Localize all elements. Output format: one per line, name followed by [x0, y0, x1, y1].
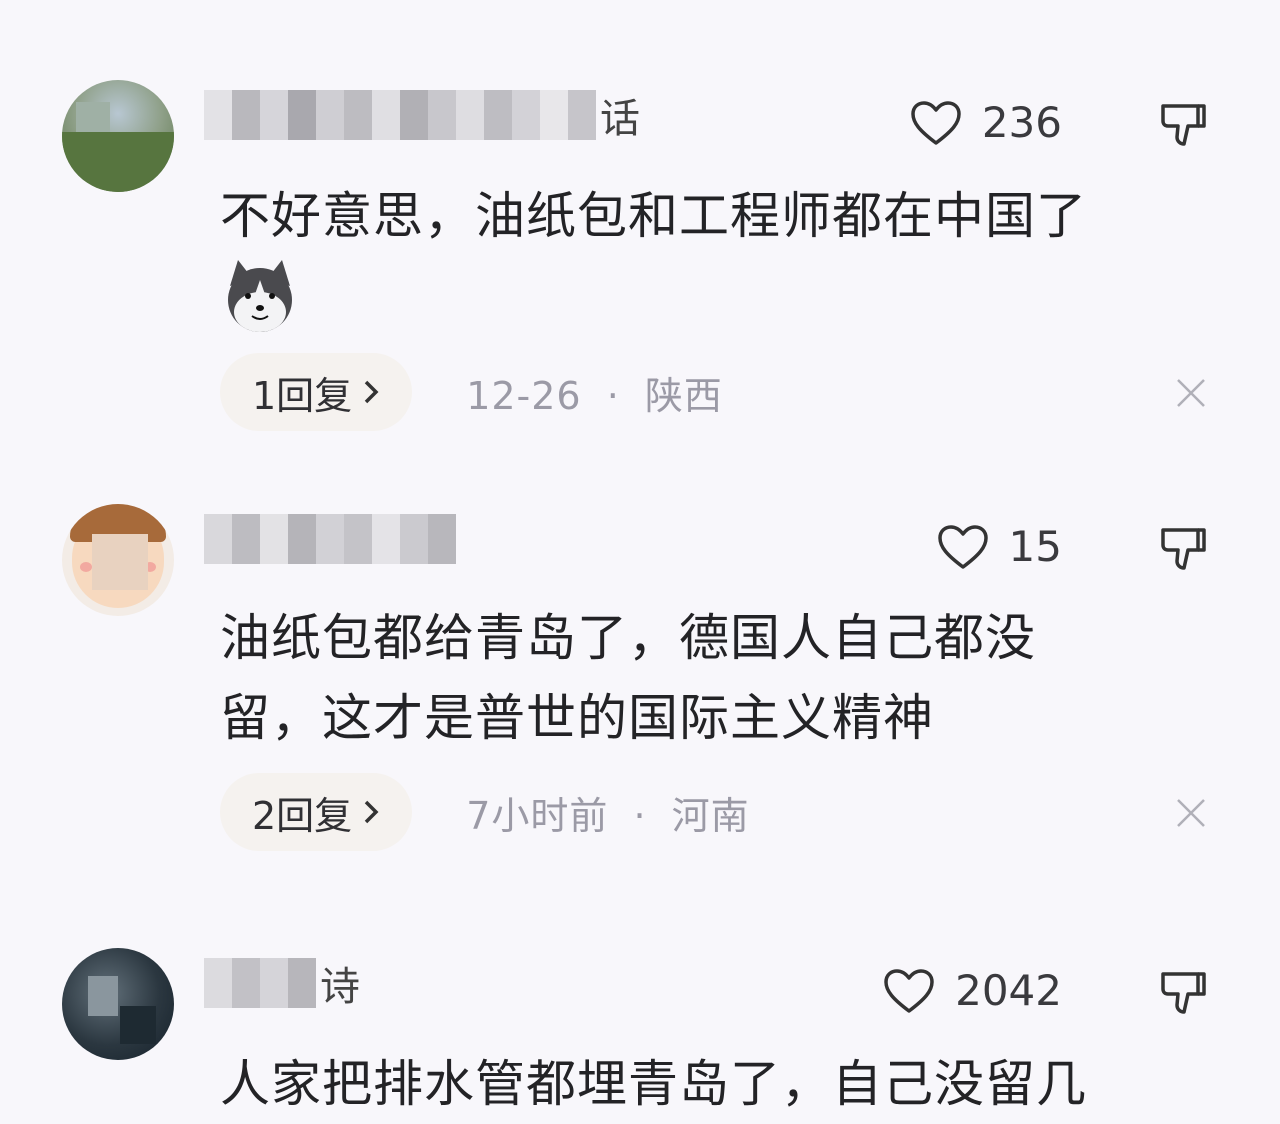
chevron-right-icon [364, 380, 379, 404]
like-count: 236 [981, 98, 1062, 147]
husky-dog-emoji-icon [228, 260, 292, 332]
reply-count-label: 2回复 [252, 793, 353, 838]
like-button[interactable]: 2042 [883, 966, 1062, 1015]
heart-outline-icon [937, 524, 988, 569]
comment-date: 7小时前 [466, 793, 609, 838]
chevron-right-icon [364, 800, 379, 824]
like-button[interactable]: 15 [937, 522, 1062, 571]
blurred-username [204, 958, 316, 1008]
username[interactable]: 诗 [204, 958, 360, 1010]
close-icon[interactable] [1174, 376, 1208, 410]
comment-text-line: 油纸包都给青岛了，德国人自己都没 [220, 609, 1036, 667]
reply-button[interactable]: 2回复 [220, 773, 413, 851]
avatar[interactable] [62, 948, 174, 1060]
separator-dot: · [633, 793, 647, 838]
reply-count-label: 1回复 [252, 373, 353, 418]
thumbs-down-icon[interactable] [1158, 100, 1208, 150]
comment-meta: 2回复 7小时前 · 河南 [220, 772, 750, 852]
separator-dot: · [606, 373, 620, 418]
avatar[interactable] [62, 80, 174, 192]
heart-outline-icon [884, 968, 934, 1013]
username-text: 话 [600, 96, 640, 142]
comment-date: 12-26 [466, 373, 582, 418]
comment-text: 人家把排水管都埋青岛了，自己没留几 [220, 1055, 1087, 1113]
close-icon[interactable] [1174, 796, 1208, 830]
username-text: 诗 [320, 964, 360, 1010]
comment-location: 河南 [671, 793, 750, 838]
comment-date-location: 7小时前 · 河南 [466, 785, 749, 840]
comment-meta: 1回复 12-26 · 陕西 [220, 352, 723, 432]
username[interactable] [204, 514, 460, 564]
thumbs-down-icon[interactable] [1158, 524, 1208, 574]
comment-text: 不好意思，油纸包和工程师都在中国了 [220, 187, 1087, 245]
comment-text-line: 留，这才是普世的国际主义精神 [220, 689, 934, 747]
username[interactable]: 话 [204, 90, 640, 142]
thumbs-down-icon[interactable] [1158, 968, 1208, 1018]
comment-text: 油纸包都给青岛了，德国人自己都没 留，这才是普世的国际主义精神 [220, 598, 1220, 758]
blurred-username [204, 90, 596, 140]
comment-location: 陕西 [644, 373, 723, 418]
reply-button[interactable]: 1回复 [220, 353, 413, 431]
comment-date-location: 12-26 · 陕西 [466, 365, 723, 420]
avatar[interactable] [62, 504, 174, 616]
like-button[interactable]: 236 [910, 98, 1062, 147]
heart-outline-icon [911, 100, 961, 145]
like-count: 15 [1008, 522, 1062, 571]
blurred-username [204, 514, 456, 564]
like-count: 2042 [955, 966, 1062, 1015]
